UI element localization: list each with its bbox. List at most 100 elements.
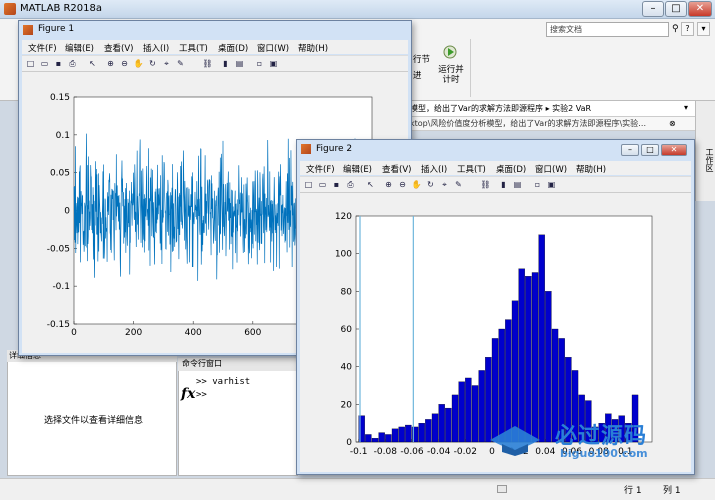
figure-menu-item[interactable]: 编辑(E) — [65, 42, 94, 54]
figure-2-toolbar: □ ▭ ▪ ⎙ ↖ ⊕ ⊖ ✋ ↻ ⌖ ✎ ⛓ ▮ ▤ ▫ ▣ — [300, 176, 691, 193]
data-cursor-icon[interactable]: ⌖ — [439, 179, 450, 190]
current-folder-path[interactable]: ktop\风险价值度分析模型，给出了Var的求解方法即源程序\实验… — [410, 117, 695, 131]
figure-menu-item[interactable]: 文件(F) — [28, 42, 57, 54]
figure-menu-item[interactable]: 窗口(W) — [535, 163, 567, 175]
brush-icon[interactable]: ✎ — [453, 179, 464, 190]
figure-menu-item[interactable]: 帮助(H) — [298, 42, 328, 54]
run-and-time-icon[interactable] — [443, 45, 457, 59]
figure-menu-item[interactable]: 插入(I) — [143, 42, 169, 54]
open-icon[interactable]: ▭ — [39, 58, 50, 69]
run-section-label[interactable]: 行节 — [413, 53, 430, 65]
histogram-bar — [425, 419, 432, 443]
hide-plot-tools-icon[interactable]: ▫ — [532, 179, 543, 190]
figure-menu-item[interactable]: 桌面(D) — [218, 42, 248, 54]
brush-icon[interactable]: ✎ — [175, 58, 186, 69]
command-prompt[interactable]: >> — [196, 390, 207, 400]
main-title-bar — [0, 0, 715, 19]
show-plot-tools-icon[interactable]: ▣ — [268, 58, 279, 69]
collapse-toolstrip-icon[interactable]: ▾ — [697, 22, 710, 36]
x-tick-label: -0.1 — [350, 447, 368, 457]
rotate-icon[interactable]: ↻ — [147, 58, 158, 69]
figure-menu-item[interactable]: 工具(T) — [179, 42, 208, 54]
legend-icon[interactable]: ▤ — [512, 179, 523, 190]
new-file-icon[interactable]: □ — [25, 58, 36, 69]
function-browser-icon[interactable]: fx — [181, 386, 195, 402]
pan-icon[interactable]: ✋ — [411, 179, 422, 190]
print-icon[interactable]: ⎙ — [67, 58, 78, 69]
histogram-bar — [438, 404, 445, 443]
print-icon[interactable]: ⎙ — [345, 179, 356, 190]
figure-menu-item[interactable]: 查看(V) — [104, 42, 133, 54]
histogram-bar — [378, 432, 385, 443]
figure-menu-item[interactable]: 窗口(W) — [257, 42, 289, 54]
maximize-button[interactable]: □ — [665, 1, 687, 17]
x-tick-label: -0.06 — [400, 447, 424, 457]
histogram-bar — [538, 234, 545, 443]
figure-menu-item[interactable]: 查看(V) — [382, 163, 411, 175]
legend-icon[interactable]: ▤ — [234, 58, 245, 69]
figure-2-minimize-button[interactable]: – — [621, 144, 639, 156]
save-icon[interactable]: ▪ — [331, 179, 342, 190]
figure-logo-icon — [301, 144, 311, 154]
figure-menu-item[interactable]: 编辑(E) — [343, 163, 372, 175]
x-tick-label: 200 — [125, 328, 142, 338]
zoom-in-icon[interactable]: ⊕ — [105, 58, 116, 69]
histogram-bar — [398, 426, 405, 443]
figure-menu-item[interactable]: 桌面(D) — [496, 163, 526, 175]
search-icon[interactable]: ⚲ — [672, 24, 679, 34]
pointer-icon[interactable]: ↖ — [365, 179, 376, 190]
histogram-bar — [531, 272, 539, 443]
figure-2-maximize-button[interactable]: □ — [641, 144, 659, 156]
link-plot-icon[interactable]: ⛓ — [202, 58, 213, 69]
rotate-icon[interactable]: ↻ — [425, 179, 436, 190]
figure-2-title: Figure 2 — [316, 144, 353, 154]
new-file-icon[interactable]: □ — [303, 179, 314, 190]
colorbar-icon[interactable]: ▮ — [498, 179, 509, 190]
y-tick-label: 0 — [64, 207, 70, 217]
y-tick-label: 60 — [341, 325, 353, 335]
histogram-bar — [371, 438, 379, 443]
close-button[interactable]: ✕ — [688, 1, 712, 17]
x-tick-label: 0 — [71, 328, 77, 338]
pointer-icon[interactable]: ↖ — [87, 58, 98, 69]
figure-menu-item[interactable]: 插入(I) — [421, 163, 447, 175]
figure-menu-item[interactable]: 文件(F) — [306, 163, 335, 175]
data-cursor-icon[interactable]: ⌖ — [161, 58, 172, 69]
y-tick-label: 100 — [335, 250, 352, 260]
figure-menu-item[interactable]: 帮助(H) — [576, 163, 606, 175]
path-dropdown-icon[interactable]: ▾ — [684, 103, 688, 112]
x-tick-label: 600 — [244, 328, 261, 338]
figure-1-toolbar: □ ▭ ▪ ⎙ ↖ ⊕ ⊖ ✋ ↻ ⌖ ✎ ⛓ ▮ ▤ ▫ ▣ — [22, 55, 408, 72]
histogram-bar — [458, 381, 465, 443]
show-plot-tools-icon[interactable]: ▣ — [546, 179, 557, 190]
link-plot-icon[interactable]: ⛓ — [480, 179, 491, 190]
workspace-tab[interactable]: 工作区 — [695, 101, 715, 201]
x-tick-label: -0.02 — [454, 447, 477, 457]
figure-menu-item[interactable]: 工具(T) — [457, 163, 486, 175]
zoom-out-icon[interactable]: ⊖ — [119, 58, 130, 69]
minimize-button[interactable]: – — [642, 1, 664, 17]
command-window[interactable] — [178, 358, 298, 476]
x-tick-label: -0.08 — [374, 447, 398, 457]
histogram-bar — [385, 434, 392, 443]
histogram-bar — [465, 377, 472, 443]
documentation-search-input[interactable]: 搜索文档 — [546, 22, 669, 37]
current-folder-breadcrumb[interactable]: 模型，给出了Var的求解方法即源程序 ▸ 实验2 VaR — [410, 101, 695, 117]
panel-close-icon[interactable]: ⊗ — [669, 119, 676, 128]
y-tick-label: 80 — [341, 287, 353, 297]
hide-plot-tools-icon[interactable]: ▫ — [254, 58, 265, 69]
run-and-time-button[interactable]: 运行并计时 — [437, 65, 465, 85]
advance-label[interactable]: 进 — [413, 69, 422, 81]
help-icon[interactable]: ? — [681, 22, 694, 36]
save-icon[interactable]: ▪ — [53, 58, 64, 69]
colorbar-icon[interactable]: ▮ — [220, 58, 231, 69]
command-window-header: 命令行窗口 — [178, 358, 298, 371]
zoom-out-icon[interactable]: ⊖ — [397, 179, 408, 190]
y-tick-label: -0.1 — [52, 282, 70, 292]
pan-icon[interactable]: ✋ — [133, 58, 144, 69]
zoom-in-icon[interactable]: ⊕ — [383, 179, 394, 190]
open-icon[interactable]: ▭ — [317, 179, 328, 190]
y-tick-label: 0.1 — [56, 131, 70, 141]
y-tick-label: 40 — [341, 363, 353, 373]
figure-2-close-button[interactable]: ✕ — [661, 144, 687, 156]
